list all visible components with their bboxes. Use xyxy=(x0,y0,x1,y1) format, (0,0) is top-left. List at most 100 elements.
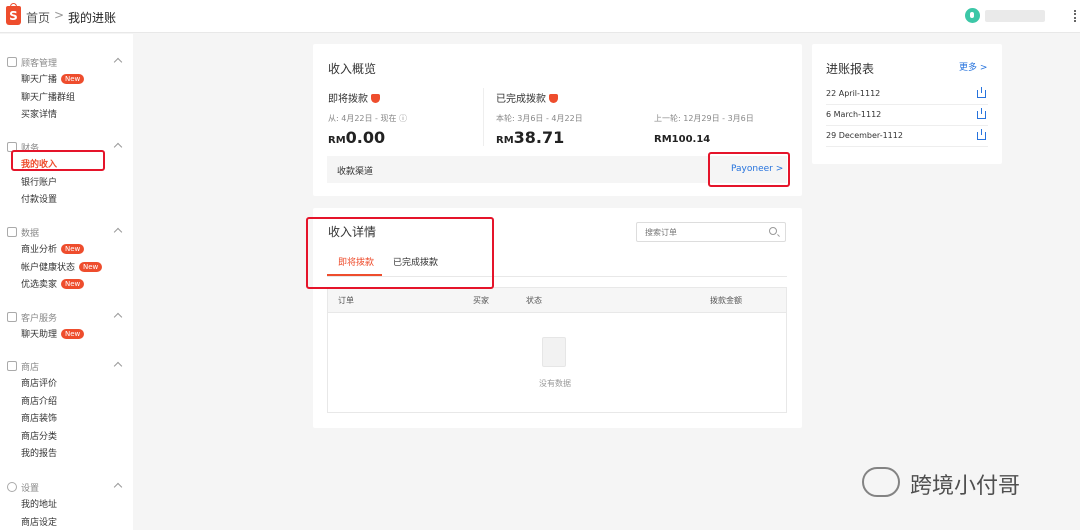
sidebar-group-customer: 顾客管理 聊天广播 New 聊天广播群组 买家详情 xyxy=(0,54,133,125)
report-row: 22 April-1112 xyxy=(826,84,988,105)
column-buyer: 买家 xyxy=(473,296,489,305)
new-badge: New xyxy=(61,329,85,339)
sidebar-item-broadcast-groups[interactable]: 聊天广播群组 xyxy=(0,90,133,108)
sidebar-group-shop: 商店 商店评价 商店介绍 商店装饰 商店分类 我的报告 xyxy=(0,358,133,464)
column-status: 状态 xyxy=(526,296,542,305)
report-date: 29 December-1112 xyxy=(826,131,903,140)
gear-icon xyxy=(7,482,17,492)
report-row: 29 December-1112 xyxy=(826,126,988,147)
upcoming-range: 从: 4月22日 - 现在 ⓘ xyxy=(328,114,408,123)
sidebar-item-chat-broadcast[interactable]: 聊天广播 New xyxy=(0,72,133,90)
shield-icon xyxy=(371,94,380,103)
sidebar-group-title: 客户服务 xyxy=(21,314,58,324)
wallet-icon xyxy=(7,142,17,152)
shopee-logo[interactable]: S xyxy=(6,3,21,25)
breadcrumb-separator: > xyxy=(54,8,65,22)
breadcrumb-current: 我的进账 xyxy=(68,11,117,25)
sidebar-group-header[interactable]: 设置 xyxy=(0,479,133,497)
sidebar-group-customer-service: 客户服务 聊天助理 New xyxy=(0,309,133,345)
sidebar-item-my-income[interactable]: 我的收入 xyxy=(0,157,133,175)
new-badge: New xyxy=(61,279,85,289)
username-blurred[interactable] xyxy=(985,10,1045,22)
chevron-up-icon[interactable] xyxy=(113,57,123,67)
users-icon xyxy=(7,57,17,67)
column-order: 订单 xyxy=(338,296,354,305)
sidebar-group-title: 商店 xyxy=(21,363,40,373)
sidebar-item-preferred-seller[interactable]: 优选卖家 New xyxy=(0,277,133,295)
sidebar-item-payment-settings[interactable]: 付款设置 xyxy=(0,192,133,210)
sidebar-group-header[interactable]: 商店 xyxy=(0,358,133,376)
sidebar-item-account-health[interactable]: 帐户健康状态 New xyxy=(0,260,133,278)
completed-amount: RM38.71 xyxy=(496,128,565,147)
previous-range: 上一轮: 12月29日 - 3月6日 xyxy=(654,114,754,123)
sidebar-item-buyer-details[interactable]: 买家详情 xyxy=(0,107,133,125)
sidebar-item-business-insights[interactable]: 商业分析 New xyxy=(0,242,133,260)
sidebar-item-shop-profile[interactable]: 商店介绍 xyxy=(0,394,133,412)
tab-completed[interactable]: 已完成拨款 xyxy=(393,255,438,268)
report-date: 6 March-1112 xyxy=(826,110,882,119)
new-badge: New xyxy=(79,261,103,272)
sidebar-item-bank-account[interactable]: 银行账户 xyxy=(0,175,133,193)
upcoming-amount: RM0.00 xyxy=(328,128,386,147)
more-menu-icon[interactable] xyxy=(1074,10,1077,22)
details-title: 收入详情 xyxy=(328,225,377,239)
search-icon[interactable] xyxy=(769,227,777,235)
new-badge: New xyxy=(61,74,85,84)
previous-amount: RM100.14 xyxy=(654,134,711,145)
user-avatar[interactable] xyxy=(965,8,980,23)
payoneer-link[interactable]: Payoneer > xyxy=(731,164,783,174)
upcoming-label: 即将拨款 xyxy=(328,90,380,105)
sidebar-group-header[interactable]: 顾客管理 xyxy=(0,54,133,72)
sidebar-group-header[interactable]: 财务 xyxy=(0,139,133,157)
sidebar-item-chat-assistant[interactable]: 聊天助理 New xyxy=(0,327,133,345)
chevron-up-icon[interactable] xyxy=(113,142,123,152)
tab-divider xyxy=(327,276,787,277)
sidebar-group-title: 财务 xyxy=(21,144,40,154)
sidebar-item-my-address[interactable]: 我的地址 xyxy=(0,497,133,515)
sidebar-group-title: 数据 xyxy=(21,229,40,239)
completed-range: 本轮: 3月6日 - 4月22日 xyxy=(496,114,583,123)
sidebar-group-title: 顾客管理 xyxy=(21,59,58,69)
tab-upcoming[interactable]: 即将拨款 xyxy=(338,255,374,268)
sidebar-group-title: 设置 xyxy=(21,484,40,494)
sidebar-group-header[interactable]: 客户服务 xyxy=(0,309,133,327)
top-bar: S 首页 > 我的进账 xyxy=(0,0,1080,33)
sidebar-item-shop-rating[interactable]: 商店评价 xyxy=(0,376,133,394)
search-order-input[interactable] xyxy=(636,222,786,242)
download-icon[interactable] xyxy=(977,108,986,119)
sidebar-item-shop-settings[interactable]: 商店设定 xyxy=(0,515,133,530)
chevron-up-icon[interactable] xyxy=(113,361,123,371)
reports-more-link[interactable]: 更多 > xyxy=(959,60,987,73)
sidebar-group-data: 数据 商业分析 New 帐户健康状态 New 优选卖家 New xyxy=(0,224,133,295)
table-header: 订单 买家 状态 拨款金额 xyxy=(328,288,786,313)
download-icon[interactable] xyxy=(977,129,986,140)
chat-icon xyxy=(7,312,17,322)
sidebar-group-finance: 财务 我的收入 银行账户 付款设置 xyxy=(0,139,133,210)
chevron-up-icon[interactable] xyxy=(113,312,123,322)
payment-channel-label: 收款渠道 xyxy=(337,167,374,177)
sidebar-item-shop-decoration[interactable]: 商店装饰 xyxy=(0,411,133,429)
empty-document-icon xyxy=(542,337,566,367)
column-payout-amount: 拨款金额 xyxy=(710,296,742,305)
sidebar-group-settings: 设置 我的地址 商店设定 xyxy=(0,479,133,530)
report-row: 6 March-1112 xyxy=(826,105,988,126)
overview-title: 收入概览 xyxy=(328,62,377,76)
store-icon xyxy=(7,361,17,371)
chevron-up-icon[interactable] xyxy=(113,482,123,492)
watermark-text: 跨境小付哥 xyxy=(910,474,1021,499)
overview-divider xyxy=(483,88,484,146)
completed-label: 已完成拨款 xyxy=(496,90,558,105)
sidebar-item-shop-category[interactable]: 商店分类 xyxy=(0,429,133,447)
payment-channel-bar: 收款渠道 Payoneer > xyxy=(327,156,787,183)
income-reports-card: 进账报表 更多 > 22 April-1112 6 March-1112 29 … xyxy=(812,44,1002,164)
sidebar: 顾客管理 聊天广播 New 聊天广播群组 买家详情 财务 我的收入 银行账户 付款… xyxy=(0,34,133,530)
wechat-icon xyxy=(862,467,900,497)
sidebar-item-my-reports[interactable]: 我的报告 xyxy=(0,446,133,464)
breadcrumb-home[interactable]: 首页 xyxy=(26,9,50,26)
income-details-card: 收入详情 即将拨款 已完成拨款 订单 买家 状态 拨款金额 没有数据 xyxy=(313,208,802,428)
chevron-up-icon[interactable] xyxy=(113,227,123,237)
income-overview-card: 收入概览 即将拨款 从: 4月22日 - 现在 ⓘ RM0.00 已完成拨款 本… xyxy=(313,44,802,196)
download-icon[interactable] xyxy=(977,87,986,98)
sidebar-group-header[interactable]: 数据 xyxy=(0,224,133,242)
income-table: 订单 买家 状态 拨款金额 没有数据 xyxy=(327,287,787,413)
